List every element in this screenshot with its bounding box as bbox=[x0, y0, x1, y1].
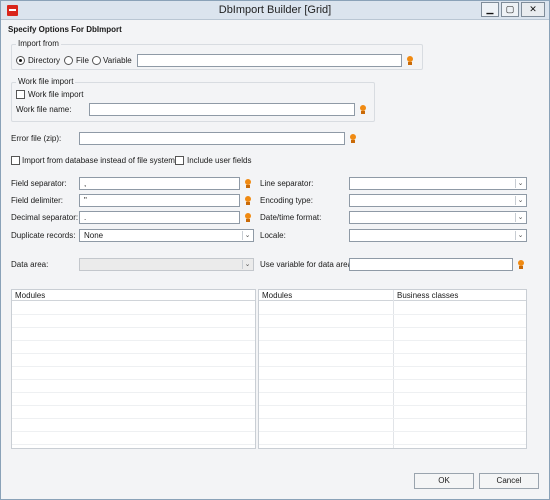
radio-variable-label[interactable]: Variable bbox=[103, 56, 132, 65]
window-title: DbImport Builder [Grid] bbox=[218, 4, 332, 16]
lightbulb-icon[interactable] bbox=[243, 178, 253, 189]
radio-directory-label[interactable]: Directory bbox=[28, 56, 60, 65]
chevron-down-icon[interactable]: ⌄ bbox=[515, 231, 525, 240]
field-separator-input[interactable]: , bbox=[79, 177, 240, 190]
error-file-label: Error file (zip): bbox=[11, 134, 62, 143]
table-header-modules[interactable]: Modules bbox=[259, 290, 394, 301]
chevron-down-icon[interactable]: ⌄ bbox=[515, 179, 525, 188]
work-file-legend: Work file import bbox=[16, 77, 76, 86]
lightbulb-icon[interactable] bbox=[358, 104, 368, 115]
chevron-down-icon: ⌄ bbox=[242, 260, 252, 269]
datetime-format-label: Date/time format: bbox=[260, 213, 322, 222]
radio-directory[interactable] bbox=[16, 56, 25, 65]
work-file-name-label: Work file name: bbox=[16, 105, 72, 114]
include-user-fields-label[interactable]: Include user fields bbox=[187, 156, 251, 165]
duplicate-records-label: Duplicate records: bbox=[11, 231, 76, 240]
field-separator-label: Field separator: bbox=[11, 179, 67, 188]
lightbulb-icon[interactable] bbox=[516, 259, 526, 270]
encoding-type-select[interactable]: ⌄ bbox=[349, 194, 527, 207]
datetime-format-select[interactable]: ⌄ bbox=[349, 211, 527, 224]
chevron-down-icon[interactable]: ⌄ bbox=[515, 213, 525, 222]
duplicate-records-select[interactable]: None ⌄ bbox=[79, 229, 254, 242]
include-user-fields-checkbox[interactable] bbox=[175, 156, 184, 165]
table-header-modules[interactable]: Modules bbox=[12, 290, 255, 301]
cancel-button[interactable]: Cancel bbox=[479, 473, 539, 489]
locale-label: Locale: bbox=[260, 231, 286, 240]
chevron-down-icon[interactable]: ⌄ bbox=[515, 196, 525, 205]
line-separator-label: Line separator: bbox=[260, 179, 314, 188]
title-bar[interactable]: DbImport Builder [Grid] ▁ ▢ ✕ bbox=[1, 1, 549, 20]
import-from-db-checkbox[interactable] bbox=[11, 156, 20, 165]
lightbulb-icon[interactable] bbox=[243, 212, 253, 223]
import-from-legend: Import from bbox=[16, 39, 61, 48]
field-delimiter-input[interactable]: " bbox=[79, 194, 240, 207]
lightbulb-icon[interactable] bbox=[348, 133, 358, 144]
dialog-window: DbImport Builder [Grid] ▁ ▢ ✕ Specify Op… bbox=[0, 0, 550, 500]
decimal-separator-label: Decimal separator: bbox=[11, 213, 79, 222]
work-file-checkbox-label[interactable]: Work file import bbox=[28, 90, 83, 99]
use-variable-input[interactable] bbox=[349, 258, 513, 271]
modules-table-left[interactable]: Modules bbox=[11, 289, 256, 449]
lightbulb-icon[interactable] bbox=[405, 55, 415, 66]
use-variable-label: Use variable for data area: bbox=[260, 260, 355, 269]
radio-variable[interactable] bbox=[92, 56, 101, 65]
work-file-group bbox=[11, 82, 375, 122]
lightbulb-icon[interactable] bbox=[243, 195, 253, 206]
dialog-header: Specify Options For DbImport bbox=[8, 25, 122, 34]
minimize-button[interactable]: ▁ bbox=[481, 2, 499, 17]
ok-button[interactable]: OK bbox=[414, 473, 474, 489]
import-from-input[interactable] bbox=[137, 54, 402, 67]
import-from-db-label[interactable]: Import from database instead of file sys… bbox=[22, 156, 175, 165]
work-file-checkbox[interactable] bbox=[16, 90, 25, 99]
radio-file-label[interactable]: File bbox=[76, 56, 89, 65]
locale-select[interactable]: ⌄ bbox=[349, 229, 527, 242]
close-button[interactable]: ✕ bbox=[521, 2, 545, 17]
data-area-select: ⌄ bbox=[79, 258, 254, 271]
data-area-label: Data area: bbox=[11, 260, 49, 269]
error-file-input[interactable] bbox=[79, 132, 345, 145]
decimal-separator-input[interactable]: . bbox=[79, 211, 240, 224]
table-header-business-classes[interactable]: Business classes bbox=[394, 290, 526, 301]
chevron-down-icon[interactable]: ⌄ bbox=[242, 231, 252, 240]
field-delimiter-label: Field delimiter: bbox=[11, 196, 64, 205]
modules-business-classes-table[interactable]: Modules Business classes bbox=[258, 289, 527, 449]
encoding-type-label: Encoding type: bbox=[260, 196, 313, 205]
line-separator-select[interactable]: ⌄ bbox=[349, 177, 527, 190]
maximize-button[interactable]: ▢ bbox=[501, 2, 519, 17]
work-file-name-input[interactable] bbox=[89, 103, 355, 116]
radio-file[interactable] bbox=[64, 56, 73, 65]
